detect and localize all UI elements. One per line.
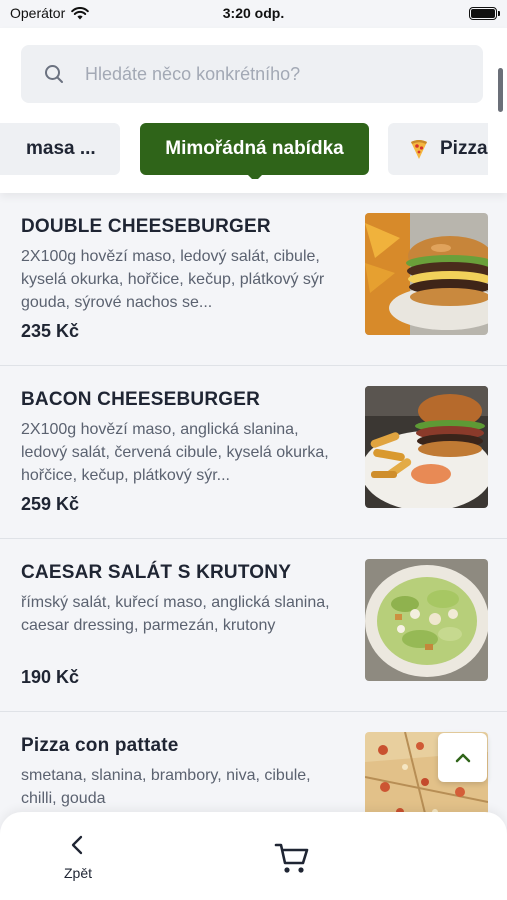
category-label: masa ... (26, 138, 96, 159)
clock: 3:20 odp. (222, 5, 285, 21)
category-label: Mimořádná nabídka (165, 138, 344, 159)
search-bar[interactable] (21, 45, 483, 103)
list-item[interactable]: BACON CHEESEBURGER 2X100g hovězí maso, a… (0, 366, 507, 539)
bacon-burger-photo (365, 386, 488, 508)
item-price: 259 Kč (21, 494, 80, 514)
category-chip-masa[interactable]: masa ... (0, 123, 120, 175)
scroll-indicator (498, 68, 503, 112)
back-button[interactable]: Zpět (52, 834, 104, 884)
back-label: Zpět (63, 865, 92, 881)
item-title: BACON CHEESEBURGER (21, 389, 261, 410)
cart-icon (274, 843, 309, 873)
category-label: Pizza (440, 138, 488, 159)
item-description: 2X100g hovězí maso, anglická slanina, le… (21, 421, 329, 484)
item-description: smetana, slanina, brambory, niva, cibule… (21, 767, 311, 807)
header: masa ... Mimořádná nabídka Pizza (0, 28, 507, 193)
item-title: CAESAR SALÁT S KRUTONY (21, 562, 292, 583)
search-input[interactable] (85, 63, 445, 85)
list-item[interactable]: CAESAR SALÁT S KRUTONY římský salát, kuř… (0, 539, 507, 712)
item-price: 190 Kč (21, 667, 80, 687)
item-title: DOUBLE CHEESEBURGER (21, 216, 271, 237)
battery-icon (469, 7, 500, 20)
list-item[interactable]: DOUBLE CHEESEBURGER 2X100g hovězí maso, … (0, 193, 507, 366)
pizza-icon (411, 140, 427, 159)
category-chip-special-offer[interactable]: Mimořádná nabídka (140, 123, 369, 179)
item-title: Pizza con pattate (21, 735, 179, 756)
scroll-to-top-button[interactable] (438, 733, 487, 782)
chevron-up-icon (455, 753, 470, 762)
caesar-salad-photo (365, 559, 488, 681)
category-tabs: masa ... Mimořádná nabídka Pizza (0, 123, 488, 179)
category-chip-pizza[interactable]: Pizza (388, 123, 488, 175)
cheeseburger-photo (365, 213, 488, 335)
cart-button[interactable] (273, 839, 311, 877)
item-description: římský salát, kuřecí maso, anglická slan… (21, 594, 330, 634)
item-description: 2X100g hovězí maso, ledový salát, cibule… (21, 248, 325, 311)
chevron-left-icon (71, 835, 83, 855)
menu-list: DOUBLE CHEESEBURGER 2X100g hovězí maso, … (0, 193, 507, 885)
status-bar: Operátor 3:20 odp. (0, 0, 507, 28)
bottom-bar: Zpět (0, 812, 507, 900)
search-icon (45, 65, 63, 83)
item-price: 235 Kč (21, 321, 80, 341)
